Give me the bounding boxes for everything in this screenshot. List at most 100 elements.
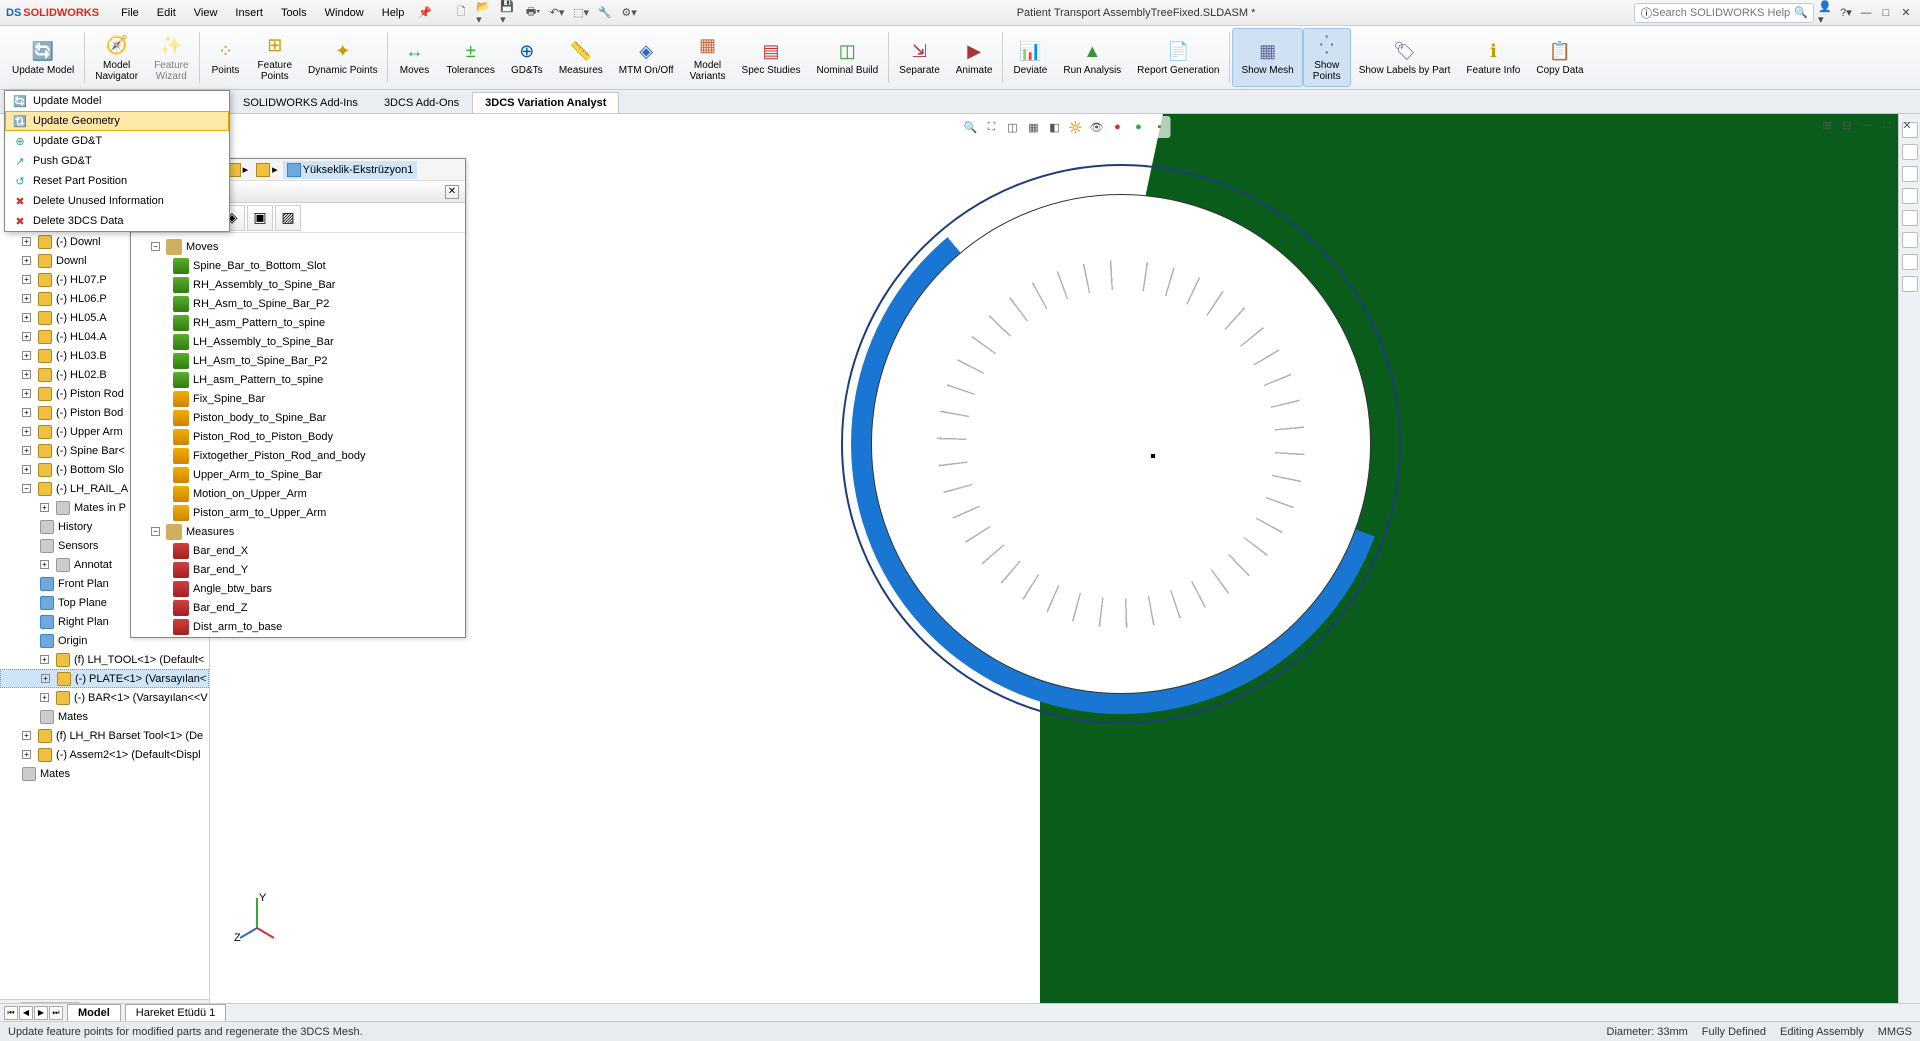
appearance-icon[interactable]: ●: [1109, 118, 1127, 136]
nav-tree[interactable]: −Moves Spine_Bar_to_Bottom_SlotRH_Assemb…: [131, 233, 465, 637]
spec-studies-button[interactable]: ▤Spec Studies: [734, 28, 809, 87]
expand-icon[interactable]: +: [22, 446, 31, 455]
nav-tb6[interactable]: ▨: [275, 205, 301, 231]
expand-icon[interactable]: +: [22, 427, 31, 436]
menu-edit[interactable]: Edit: [149, 3, 184, 23]
nav-move-item[interactable]: LH_Assembly_to_Spine_Bar: [137, 332, 459, 351]
moves-button[interactable]: ↔Moves: [390, 28, 438, 87]
show-mesh-button[interactable]: ▦Show Mesh: [1232, 28, 1302, 87]
view-orient-icon[interactable]: ◫: [1004, 118, 1022, 136]
nav-move-item[interactable]: Upper_Arm_to_Spine_Bar: [137, 465, 459, 484]
tree-selected-item[interactable]: +(-) PLATE<1> (Varsayılan<: [0, 669, 209, 688]
zoom-area-icon[interactable]: ⛶: [983, 118, 1001, 136]
search-input[interactable]: [1652, 7, 1794, 19]
nav-measure-item[interactable]: Angle_btw_bars: [137, 579, 459, 598]
rail-custom-props-icon[interactable]: [1902, 254, 1918, 270]
tab-motion-study[interactable]: Hareket Etüdü 1: [125, 1004, 227, 1022]
status-units[interactable]: MMGS: [1878, 1026, 1912, 1038]
nav-move-item[interactable]: RH_asm_Pattern_to_spine: [137, 313, 459, 332]
nav-move-item[interactable]: Motion_on_Upper_Arm: [137, 484, 459, 503]
vp-close-icon[interactable]: ✕: [1898, 116, 1916, 134]
menu-tools[interactable]: Tools: [273, 3, 315, 23]
feature-info-button[interactable]: ℹFeature Info: [1458, 28, 1528, 87]
dd-update-geometry[interactable]: 🔃Update Geometry: [5, 111, 229, 131]
vcr-next[interactable]: ▶: [34, 1006, 48, 1020]
nav-tb5[interactable]: ▣: [247, 205, 273, 231]
minimize-button[interactable]: —: [1858, 5, 1874, 21]
help-search[interactable]: ⓘ 🔍: [1634, 3, 1814, 23]
section-icon[interactable]: ◧: [1046, 118, 1064, 136]
expand-icon[interactable]: −: [22, 484, 31, 493]
3d-viewport[interactable]: 🔍 ⛶ ◫ ▦ ◧ 🔆 👁 ● ● ▪ ⊞ ⊟ — □ ✕ YZ: [210, 114, 1920, 1013]
expand-icon[interactable]: +: [22, 465, 31, 474]
measures-button[interactable]: 📏Measures: [551, 28, 611, 87]
deviate-button[interactable]: 📊Deviate: [1005, 28, 1055, 87]
expand-icon[interactable]: +: [22, 313, 31, 322]
expand-icon[interactable]: +: [22, 408, 31, 417]
vp-dock-icon[interactable]: ⊞: [1818, 116, 1836, 134]
nav-measure-item[interactable]: Bar_end_X: [137, 541, 459, 560]
expand-icon[interactable]: −: [151, 242, 160, 251]
options-button[interactable]: ⚙▾: [620, 4, 638, 22]
dd-push-gdt[interactable]: ↗Push GD&T: [5, 151, 229, 171]
expand-icon[interactable]: +: [40, 503, 49, 512]
help-button[interactable]: ?▾: [1838, 5, 1854, 21]
expand-icon[interactable]: +: [40, 560, 49, 569]
dd-reset-part[interactable]: ↺Reset Part Position: [5, 171, 229, 191]
expand-icon[interactable]: +: [41, 674, 50, 683]
tab-analyst[interactable]: 3DCS Variation Analyst: [472, 92, 619, 113]
tab-addins[interactable]: SOLIDWORKS Add-Ins: [230, 92, 371, 113]
new-doc-button[interactable]: 🗋: [452, 4, 470, 22]
dd-update-gdt[interactable]: ⊕Update GD&T: [5, 131, 229, 151]
dd-delete-unused[interactable]: ✖Delete Unused Information: [5, 191, 229, 211]
nav-move-item[interactable]: LH_asm_Pattern_to_spine: [137, 370, 459, 389]
user-button[interactable]: 👤▾: [1818, 5, 1834, 21]
open-button[interactable]: 📂▾: [476, 4, 494, 22]
gdts-button[interactable]: ⊕GD&Ts: [503, 28, 551, 87]
expand-icon[interactable]: +: [22, 351, 31, 360]
print-button[interactable]: 🖶▾: [524, 4, 542, 22]
vcr-first[interactable]: ⏮: [4, 1006, 18, 1020]
rail-appearances-icon[interactable]: [1902, 232, 1918, 248]
nav-move-item[interactable]: Piston_Rod_to_Piston_Body: [137, 427, 459, 446]
scene-icon[interactable]: 🔆: [1067, 118, 1085, 136]
pin-icon[interactable]: 📌: [418, 6, 432, 19]
points-button[interactable]: ⁘Points: [202, 28, 250, 87]
menu-help[interactable]: Help: [374, 3, 413, 23]
separate-button[interactable]: ⇲Separate: [891, 28, 948, 87]
nav-measure-item[interactable]: Bar_end_Y: [137, 560, 459, 579]
breadcrumb-segment[interactable]: ▸: [253, 163, 281, 177]
render-icon[interactable]: ▪: [1151, 118, 1169, 136]
nav-move-item[interactable]: Spine_Bar_to_Bottom_Slot: [137, 256, 459, 275]
appearance2-icon[interactable]: ●: [1130, 118, 1148, 136]
run-analysis-button[interactable]: ▲Run Analysis: [1055, 28, 1129, 87]
undo-button[interactable]: ↶▾: [548, 4, 566, 22]
select-button[interactable]: ⬚▾: [572, 4, 590, 22]
copy-data-button[interactable]: 📋Copy Data: [1528, 28, 1591, 87]
feature-wizard-button[interactable]: ✨Feature Wizard: [146, 28, 196, 87]
nav-move-item[interactable]: LH_Asm_to_Spine_Bar_P2: [137, 351, 459, 370]
nav-move-item[interactable]: Piston_arm_to_Upper_Arm: [137, 503, 459, 522]
expand-icon[interactable]: +: [22, 275, 31, 284]
maximize-button[interactable]: □: [1878, 5, 1894, 21]
search-icon[interactable]: 🔍: [1794, 6, 1808, 19]
rail-file-explorer-icon[interactable]: [1902, 188, 1918, 204]
menu-window[interactable]: Window: [317, 3, 372, 23]
rail-design-lib-icon[interactable]: [1902, 166, 1918, 182]
mtm-button[interactable]: ◈MTM On/Off: [611, 28, 682, 87]
rail-view-palette-icon[interactable]: [1902, 210, 1918, 226]
display-style-icon[interactable]: ▦: [1025, 118, 1043, 136]
dynamic-points-button[interactable]: ✦Dynamic Points: [300, 28, 385, 87]
view-triad[interactable]: YZ: [232, 893, 282, 943]
menu-view[interactable]: View: [186, 3, 226, 23]
nav-measure-item[interactable]: Dist_arm_to_base: [137, 617, 459, 636]
rail-resources-icon[interactable]: [1902, 144, 1918, 160]
expand-icon[interactable]: +: [22, 237, 31, 246]
show-labels-button[interactable]: 🏷Show Labels by Part: [1351, 28, 1459, 87]
report-gen-button[interactable]: 📄Report Generation: [1129, 28, 1227, 87]
expand-icon[interactable]: +: [22, 389, 31, 398]
menu-file[interactable]: File: [113, 3, 147, 23]
nav-move-item[interactable]: Fix_Spine_Bar: [137, 389, 459, 408]
zoom-fit-icon[interactable]: 🔍: [962, 118, 980, 136]
nav-close-button[interactable]: ✕: [445, 185, 459, 199]
